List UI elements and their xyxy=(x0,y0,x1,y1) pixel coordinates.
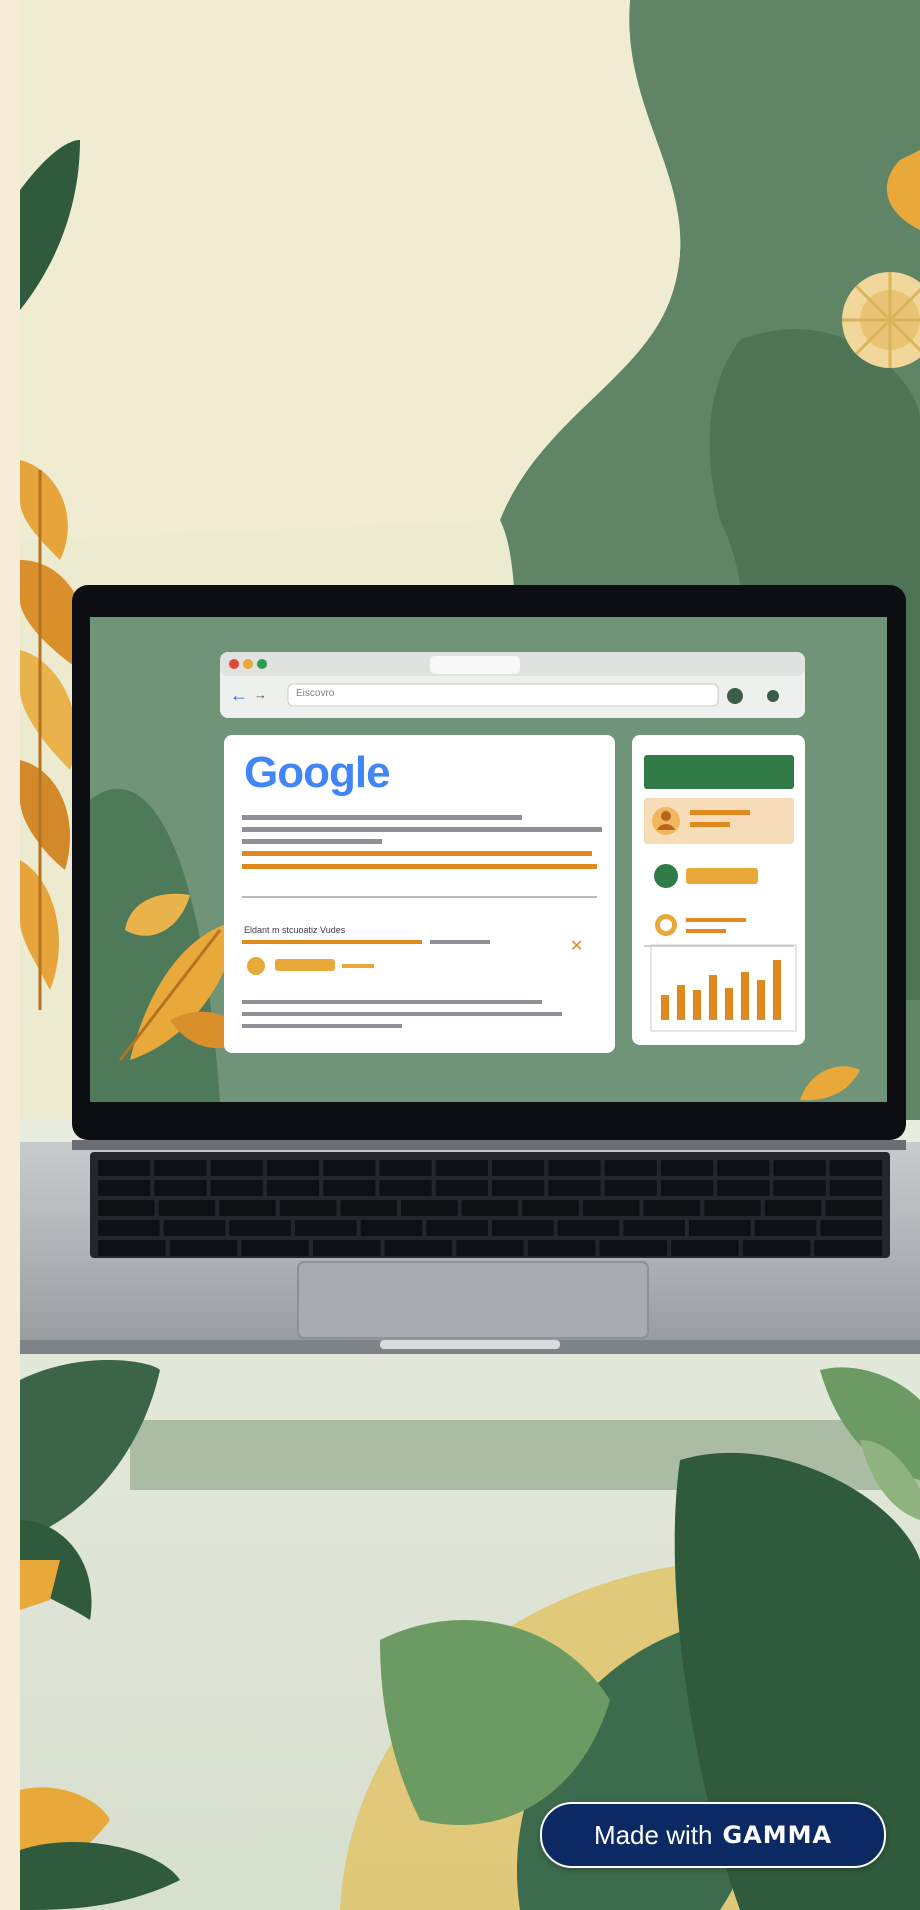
window-max-dot xyxy=(257,659,267,669)
forward-arrow-icon[interactable]: → xyxy=(254,684,267,706)
keyboard-key xyxy=(340,1200,398,1216)
keyboard-key xyxy=(623,1220,685,1236)
keyboard-key xyxy=(295,1220,357,1236)
keyboard-key xyxy=(379,1180,432,1196)
keyboard-key xyxy=(163,1220,226,1236)
dashboard-header xyxy=(644,755,794,789)
keyboard-key xyxy=(548,1160,601,1176)
results-heading[interactable]: Eldant m stcuoatiz Vudes xyxy=(244,925,345,935)
keyboard-key xyxy=(323,1160,376,1176)
keyboard-key xyxy=(210,1160,263,1176)
keyboard-key xyxy=(266,1160,320,1176)
back-arrow-icon[interactable]: ← xyxy=(230,684,248,706)
keyboard-key xyxy=(379,1160,432,1176)
keyboard-key xyxy=(312,1240,381,1256)
keyboard-key xyxy=(742,1240,811,1256)
browser-tab xyxy=(430,656,520,674)
window-close-dot xyxy=(229,659,239,669)
keyboard-key xyxy=(98,1200,155,1216)
keyboard-key xyxy=(599,1240,668,1256)
browser-nav: ← → xyxy=(230,684,270,706)
keyboard-key xyxy=(98,1160,151,1176)
close-x-icon[interactable]: ✕ xyxy=(570,939,584,955)
laptop-notch xyxy=(380,1340,560,1349)
keyboard-key xyxy=(825,1200,882,1216)
keyboard-key xyxy=(604,1160,657,1176)
address-bar-text[interactable]: Eiscovro xyxy=(296,688,596,704)
keyboard-key xyxy=(210,1180,263,1196)
keyboard-key xyxy=(98,1240,166,1256)
keyboard-key xyxy=(279,1200,337,1216)
keyboard-key xyxy=(660,1180,714,1196)
browser-window xyxy=(220,652,805,718)
shield-icon[interactable] xyxy=(727,688,743,704)
made-with-gamma-badge[interactable]: Made with GAMMA xyxy=(540,1802,886,1868)
profile-icon[interactable] xyxy=(767,690,779,702)
keyboard-key xyxy=(435,1160,488,1176)
trackpad xyxy=(297,1261,649,1339)
keyboard-key xyxy=(323,1180,376,1196)
dashboard-card xyxy=(632,735,805,1045)
keyboard-key xyxy=(704,1200,761,1216)
keyboard-key xyxy=(266,1180,320,1196)
keyboard-key xyxy=(169,1240,238,1256)
keyboard-key xyxy=(492,1160,545,1176)
keyboard-key xyxy=(435,1180,488,1196)
keyboard-key xyxy=(717,1160,770,1176)
keyboard-key xyxy=(492,1180,545,1196)
keyboard-key xyxy=(717,1180,770,1196)
keyboard-key xyxy=(241,1240,309,1256)
keyboard-key xyxy=(754,1220,817,1236)
window-min-dot xyxy=(243,659,253,669)
keyboard-key xyxy=(557,1220,620,1236)
keyboard-key xyxy=(360,1220,423,1236)
badge-made-with: Made with xyxy=(593,1819,713,1850)
keyboard-key xyxy=(764,1200,822,1216)
keyboard-key xyxy=(829,1180,882,1196)
keyboard-key xyxy=(643,1200,701,1216)
left-edge-strip xyxy=(0,0,20,1910)
keyboard-key xyxy=(456,1240,524,1256)
keyboard-key xyxy=(154,1180,207,1196)
keyboard-key xyxy=(814,1240,882,1256)
google-logo: Google xyxy=(244,748,391,797)
keyboard-key xyxy=(548,1180,601,1196)
keyboard-key xyxy=(604,1180,657,1196)
keyboard-key xyxy=(671,1240,739,1256)
screenshot-stage: ← → Eiscovro Google Eldant m stcuoatiz V… xyxy=(0,0,920,1910)
keyboard-key xyxy=(426,1220,488,1236)
keyboard-key xyxy=(461,1200,519,1216)
keyboard-key xyxy=(401,1200,458,1216)
keyboard-key xyxy=(219,1200,276,1216)
keyboard-key xyxy=(492,1220,554,1236)
keyboard-key xyxy=(829,1160,882,1176)
keyboard-key xyxy=(154,1160,207,1176)
keyboard-key xyxy=(820,1220,882,1236)
keyboard-key xyxy=(527,1240,596,1256)
keyboard-key xyxy=(582,1200,640,1216)
keyboard-key xyxy=(773,1180,826,1196)
keyboard-key xyxy=(98,1220,160,1236)
illustration-scene xyxy=(20,0,920,1910)
keyboard-key xyxy=(229,1220,291,1236)
keyboard-key xyxy=(158,1200,216,1216)
keyboard-key xyxy=(98,1180,151,1196)
keyboard-key xyxy=(773,1160,826,1176)
laptop-hinge xyxy=(72,1140,906,1150)
keyboard-key xyxy=(660,1160,714,1176)
keyboard-key xyxy=(522,1200,579,1216)
keyboard-key xyxy=(689,1220,751,1236)
keyboard-key xyxy=(384,1240,453,1256)
badge-brand: GAMMA xyxy=(722,1821,833,1849)
